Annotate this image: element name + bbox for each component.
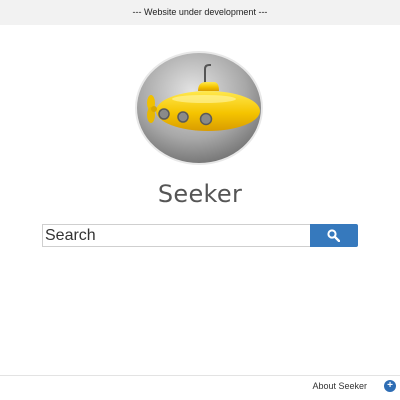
search-input[interactable] [42, 224, 310, 247]
search-icon [327, 229, 340, 242]
search-button[interactable] [310, 224, 358, 247]
logo [134, 51, 264, 165]
site-title: Seeker [157, 180, 243, 208]
footer: About Seeker + [0, 375, 400, 400]
about-link[interactable]: About Seeker [312, 381, 367, 391]
search-bar [42, 224, 358, 247]
yellow-submarine-logo-icon [135, 51, 263, 165]
dev-banner: --- Website under development --- [0, 0, 400, 25]
page: --- Website under development --- Seeker… [0, 0, 400, 400]
plus-icon[interactable]: + [384, 380, 396, 392]
